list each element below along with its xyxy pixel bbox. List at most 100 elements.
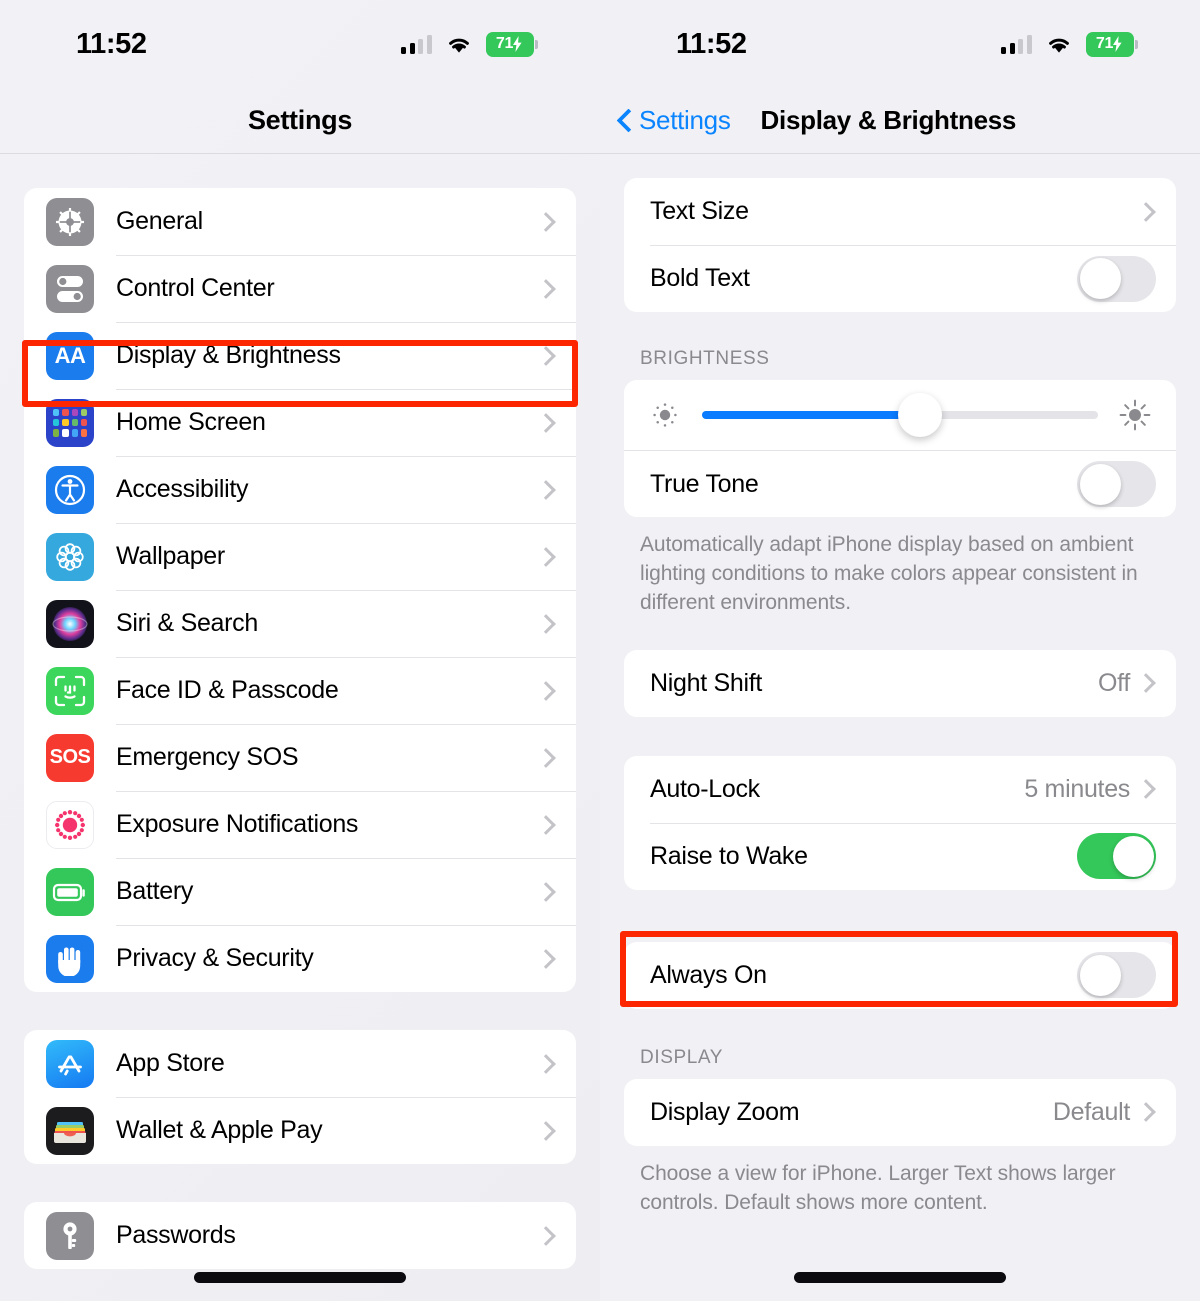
brightness-high-icon xyxy=(1118,398,1152,432)
chevron-right-icon xyxy=(544,346,556,366)
sidebar-item-label: App Store xyxy=(116,1049,225,1077)
sidebar-item-control-center[interactable]: Control Center xyxy=(24,255,576,322)
row-bold-text[interactable]: Bold Text xyxy=(624,245,1176,312)
home-indicator-right xyxy=(794,1272,1006,1283)
auto-lock-value: 5 minutes xyxy=(1024,774,1130,803)
chevron-right-icon xyxy=(544,480,556,500)
sidebar-item-label: Accessibility xyxy=(116,475,249,503)
chevron-right-icon xyxy=(544,614,556,634)
row-raise-to-wake[interactable]: Raise to Wake xyxy=(624,822,1176,890)
settings-group-stores: App Store Wallet & Apple Pay xyxy=(24,1030,576,1164)
row-always-on[interactable]: Always On xyxy=(624,942,1176,1009)
sidebar-item-label: Emergency SOS xyxy=(116,743,299,771)
accessibility-icon xyxy=(46,465,94,514)
sidebar-item-face-id-passcode[interactable]: Face ID & Passcode xyxy=(24,657,576,724)
sidebar-item-label: Wallpaper xyxy=(116,542,225,570)
row-label: Display Zoom xyxy=(650,1097,800,1126)
section-night-shift: Night Shift Off xyxy=(624,649,1176,717)
home-screen-icon xyxy=(46,398,94,447)
sidebar-item-label: Battery xyxy=(116,877,194,905)
nav-bar-left: Settings xyxy=(0,88,600,153)
face-id-icon xyxy=(46,666,94,715)
section-text: Text Size Bold Text xyxy=(624,178,1176,312)
chevron-right-icon xyxy=(544,681,556,701)
app-grid-glyph xyxy=(53,408,87,437)
sidebar-item-label: General xyxy=(116,207,203,235)
sidebar-item-accessibility[interactable]: Accessibility xyxy=(24,456,576,523)
row-text-size[interactable]: Text Size xyxy=(624,178,1176,245)
battery-icon xyxy=(46,867,94,916)
night-shift-value: Off xyxy=(1098,668,1130,697)
row-label: Bold Text xyxy=(650,264,750,292)
sidebar-item-display-brightness[interactable]: AA Display & Brightness xyxy=(24,322,576,389)
sidebar-item-passwords[interactable]: Passwords xyxy=(24,1202,576,1269)
true-tone-toggle[interactable] xyxy=(1077,461,1156,507)
row-auto-lock[interactable]: Auto-Lock 5 minutes xyxy=(624,756,1176,823)
sidebar-item-label: Passwords xyxy=(116,1221,236,1249)
sidebar-item-siri-search[interactable]: Siri & Search xyxy=(24,590,576,657)
bold-text-toggle[interactable] xyxy=(1077,255,1156,302)
passwords-icon xyxy=(46,1211,94,1260)
chevron-right-icon xyxy=(1144,779,1156,799)
brightness-slider-thumb[interactable] xyxy=(897,393,942,437)
back-button[interactable]: Settings xyxy=(618,105,731,136)
always-on-toggle[interactable] xyxy=(1077,952,1156,999)
sidebar-item-general[interactable]: General xyxy=(24,188,576,255)
sidebar-item-app-store[interactable]: App Store xyxy=(24,1030,576,1097)
brightness-slider-row[interactable] xyxy=(624,380,1176,450)
back-button-label: Settings xyxy=(639,105,731,135)
chevron-right-icon xyxy=(544,212,556,232)
row-display-zoom[interactable]: Display Zoom Default xyxy=(624,1079,1176,1146)
exposure-notifications-icon xyxy=(46,800,94,849)
nav-bar-right: Settings Display & Brightness xyxy=(600,88,1200,153)
settings-group-system: General Control Center AA Display & Brig… xyxy=(24,188,576,992)
display-brightness-screen: 11:52 71 Settings Display & Brightness T… xyxy=(600,0,1200,1301)
section-footer-true-tone: Automatically adapt iPhone display based… xyxy=(640,533,1138,614)
sidebar-item-privacy-security[interactable]: Privacy & Security xyxy=(24,925,576,992)
sidebar-item-wallet-apple-pay[interactable]: Wallet & Apple Pay xyxy=(24,1097,576,1164)
wifi-icon xyxy=(1046,34,1072,54)
row-night-shift[interactable]: Night Shift Off xyxy=(624,650,1176,717)
settings-scroll-area[interactable]: General Control Center AA Display & Brig… xyxy=(0,154,600,1269)
dual-screenshot-container: 11:52 71 Settings General Control Center… xyxy=(0,0,1200,1301)
wallet-icon xyxy=(46,1106,94,1155)
chevron-right-icon xyxy=(544,279,556,299)
sidebar-item-exposure-notifications[interactable]: Exposure Notifications xyxy=(24,791,576,858)
status-time: 11:52 xyxy=(676,27,747,60)
section-brightness: True Tone xyxy=(624,380,1176,517)
control-center-icon xyxy=(46,264,94,313)
section-header-display: DISPLAY xyxy=(640,1046,724,1068)
battery-status-icon: 71 xyxy=(485,31,538,57)
row-label: Raise to Wake xyxy=(650,841,808,870)
chevron-right-icon xyxy=(544,815,556,835)
sidebar-item-label: Control Center xyxy=(116,274,275,302)
display-settings-scroll-area[interactable]: Text Size Bold Text BRIGHTNESS True Tone… xyxy=(600,154,1200,1218)
sidebar-item-wallpaper[interactable]: Wallpaper xyxy=(24,523,576,590)
wifi-icon xyxy=(446,34,472,54)
section-footer-display-zoom: Choose a view for iPhone. Larger Text sh… xyxy=(640,1161,1116,1214)
cellular-signal-icon xyxy=(1001,34,1032,54)
chevron-right-icon xyxy=(1144,202,1156,222)
brightness-slider-fill xyxy=(702,411,920,419)
sidebar-item-label: Face ID & Passcode xyxy=(116,676,339,704)
row-true-tone[interactable]: True Tone xyxy=(624,450,1176,517)
battery-status-icon: 71 xyxy=(1085,31,1138,57)
aa-glyph: AA xyxy=(54,342,86,368)
chevron-right-icon xyxy=(544,1226,556,1246)
wallpaper-icon xyxy=(46,532,94,581)
section-header-brightness: BRIGHTNESS xyxy=(640,348,770,369)
sidebar-item-emergency-sos[interactable]: SOS Emergency SOS xyxy=(24,724,576,791)
sidebar-item-battery[interactable]: Battery xyxy=(24,858,576,925)
section-lock: Auto-Lock 5 minutes Raise to Wake xyxy=(624,755,1176,890)
brightness-slider-track[interactable] xyxy=(702,393,1098,437)
raise-to-wake-toggle[interactable] xyxy=(1077,833,1156,880)
sidebar-item-home-screen[interactable]: Home Screen xyxy=(24,389,576,456)
status-icons: 71 xyxy=(1001,31,1138,57)
page-title-display-brightness: Display & Brightness xyxy=(760,105,1017,135)
